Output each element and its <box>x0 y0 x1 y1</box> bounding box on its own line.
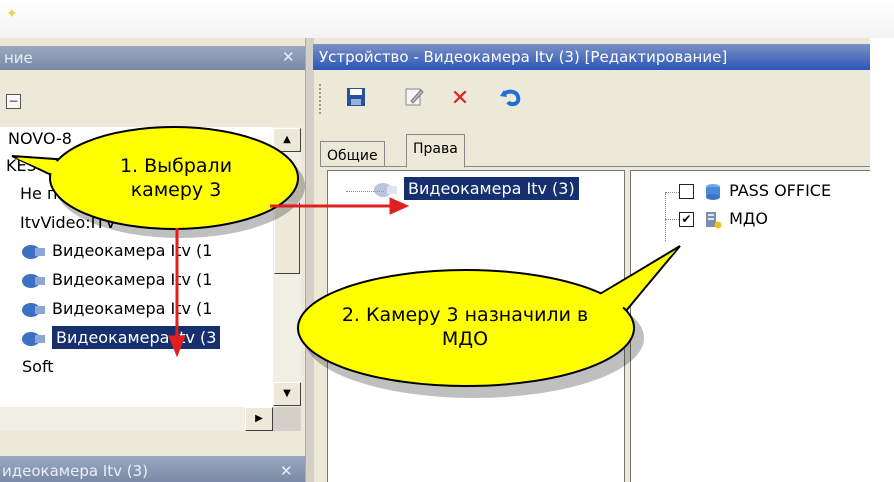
callout-2-text: 2. Камеру 3 назначили в МДО <box>341 304 589 350</box>
callout-1-text: 1. Выбрали камеру 3 <box>119 155 233 201</box>
annotation-layer <box>11 126 681 398</box>
arrow-to-selection <box>168 228 186 358</box>
tab-rights[interactable]: Права <box>406 134 465 168</box>
